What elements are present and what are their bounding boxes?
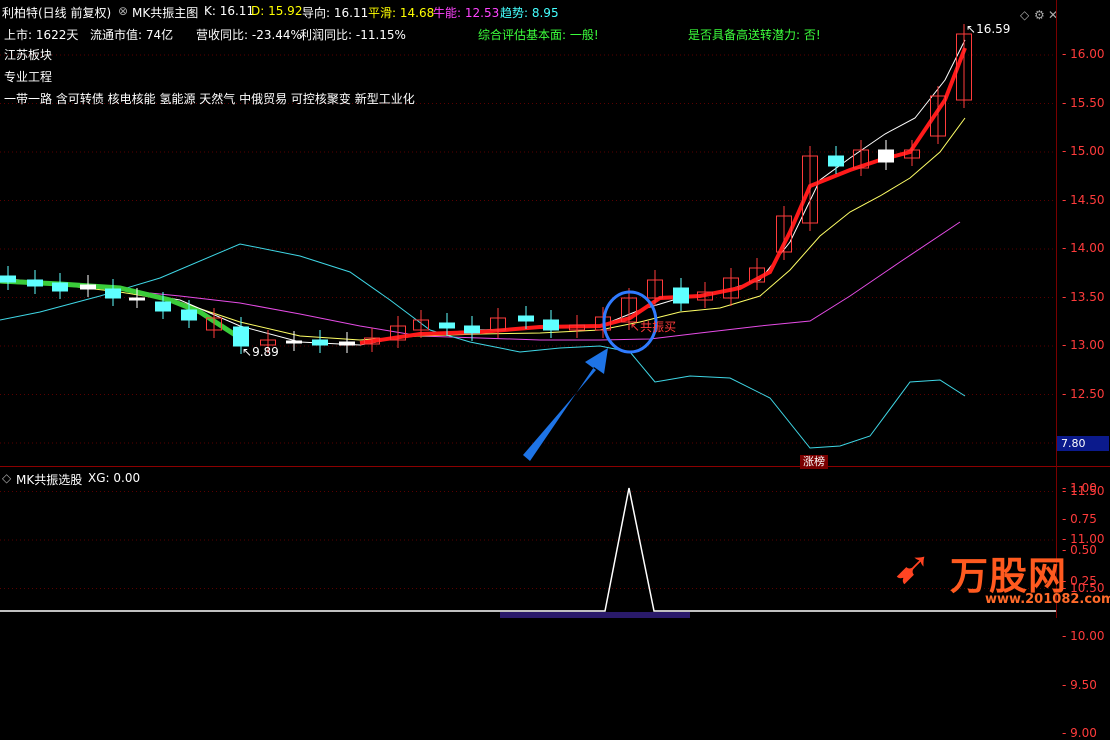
axis-tick-label: - 15.00 [1062, 144, 1105, 158]
smooth-value: 平滑: 14.68 [368, 6, 435, 20]
sector: 江苏板块 [4, 48, 53, 62]
logo-icon: ➹ [893, 540, 932, 594]
direction-value: 导向: 16.11 [302, 6, 369, 20]
axis-tick-label: - 15.50 [1062, 95, 1105, 110]
subpanel-title[interactable]: MK共振选股 [16, 471, 82, 488]
d-value: D: 15.92 [251, 4, 303, 18]
subpanel-xg: XG: 0.00 [88, 471, 141, 485]
axis-tick-label: - 14.00 [1062, 241, 1105, 255]
axis-tick-label: - 13.00 [1062, 338, 1105, 352]
brand-url: www.201082.com [985, 592, 1110, 607]
transfer-potential: 是否具备高送转潜力: 否! [688, 28, 821, 42]
grid-lines [0, 54, 1056, 589]
smooth-line [0, 117, 966, 341]
last-price-box: 7.80 [1057, 436, 1109, 451]
axis-tick-label: - 12.50 [1062, 386, 1105, 401]
bull-value: 牛能: 12.53 [433, 6, 500, 20]
signal-arrow [523, 348, 608, 461]
candle-body [828, 155, 844, 167]
buy-signal-label: ↖共振买 [630, 320, 677, 334]
axis-tick-label: - 16.00 [1062, 47, 1105, 61]
high-price: 16.59 [976, 22, 1011, 36]
candle-body [312, 339, 328, 346]
industry: 专业工程 [4, 70, 53, 84]
subpanel-tick-label: - 0.75 [1062, 512, 1097, 526]
candle-body [233, 326, 249, 347]
candle-body [181, 309, 197, 321]
candle-body [27, 279, 43, 287]
candle-body [52, 282, 68, 292]
listing-days: 上市: 1622天 [4, 28, 79, 42]
close-x-icon[interactable]: ⊗ [118, 4, 128, 18]
high-marker: ↖16.59 [966, 22, 1011, 36]
candle-body [129, 297, 145, 301]
indicator-name[interactable]: MK共振主图 [132, 4, 198, 21]
revenue-yoy: 营收同比: -23.44% [196, 28, 302, 42]
fundamental-eval: 综合评估基本面: 一般! [478, 28, 599, 42]
axis-tick-label: - 9.00 [1062, 726, 1097, 740]
subpanel-tick-label: - 0.50 [1062, 543, 1097, 557]
subpanel-tick-label: - 0.25 [1062, 574, 1097, 588]
float-cap: 流通市值: 74亿 [90, 28, 174, 42]
gear-icon[interactable]: ⚙ [1034, 8, 1045, 22]
scroll-bar[interactable] [500, 612, 690, 618]
candle-body [80, 284, 96, 290]
low-marker: ↖9.89 [242, 345, 279, 359]
panel-separator [0, 466, 1110, 467]
bull-line [0, 221, 961, 341]
stock-name: 利柏特 [2, 6, 39, 20]
candle-body [439, 322, 455, 329]
diamond-icon[interactable]: ◇ [1020, 8, 1029, 22]
profit-yoy: 利润同比: -11.15% [300, 28, 406, 42]
concepts: 一带一路 含可转债 核电核能 氢能源 天然气 中俄贸易 可控核聚变 新型工业化 [4, 92, 415, 106]
period-label[interactable]: (日线 前复权) [38, 4, 111, 21]
axis-tick-label: - 14.50 [1062, 192, 1105, 207]
candle-body [105, 288, 121, 299]
candle-body [518, 315, 534, 322]
subpanel-close-icon[interactable]: ◇ [2, 471, 11, 485]
candle-body [339, 341, 355, 346]
candle-body [673, 287, 689, 304]
candle-body [464, 325, 480, 334]
k-value: K: 16.11 [204, 4, 255, 18]
axis-tick-label: - 13.50 [1062, 289, 1105, 304]
candlesticks [0, 24, 972, 354]
trend-value: 趋势: 8.95 [500, 6, 559, 20]
candle-body [155, 301, 171, 312]
axis-tick-label: - 10.00 [1062, 629, 1105, 643]
candle-body [0, 275, 16, 283]
limit-up-badge[interactable]: 涨榜 [800, 455, 828, 469]
axis-tick-label: - 9.50 [1062, 677, 1097, 692]
candle-body [286, 340, 302, 344]
low-price: 9.89 [252, 345, 279, 359]
candle-body [543, 319, 559, 331]
subpanel-tick-label: - 1.00 [1062, 481, 1097, 495]
mk-band-red [359, 47, 967, 345]
candle-body [878, 149, 894, 163]
